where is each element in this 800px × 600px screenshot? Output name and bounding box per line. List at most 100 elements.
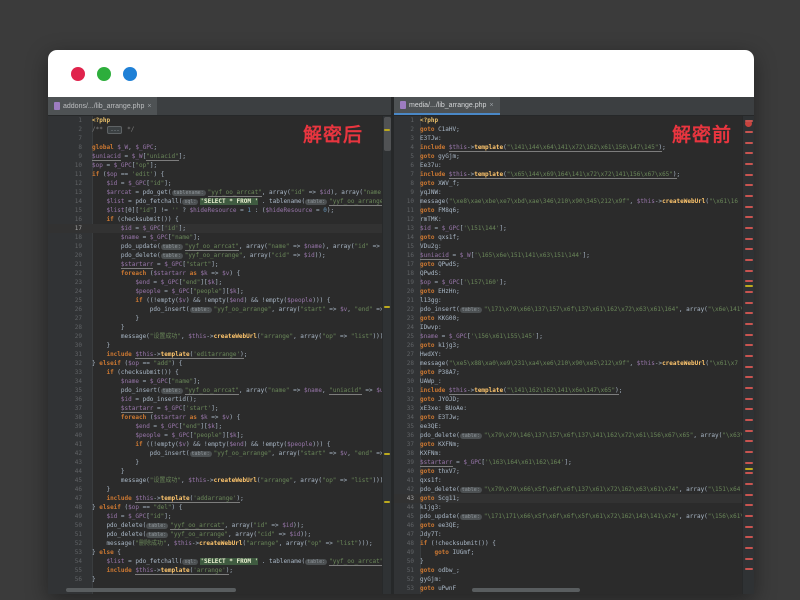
line-number[interactable]: 17 xyxy=(394,260,420,269)
code-line[interactable]: 29goto P38A7; xyxy=(394,368,754,377)
line-number[interactable]: 33 xyxy=(48,368,92,377)
code-line[interactable]: 38KXFNm: xyxy=(394,449,754,458)
line-number[interactable]: 42 xyxy=(394,485,420,494)
error-mark[interactable] xyxy=(745,334,753,336)
line-number[interactable]: 44 xyxy=(394,503,420,512)
code-line[interactable]: 28message("\xe5\x88\xa0\xe9\231\xa4\xe6\… xyxy=(394,359,754,368)
error-mark[interactable] xyxy=(745,451,753,453)
error-mark[interactable] xyxy=(745,163,753,165)
line-number[interactable]: 20 xyxy=(48,251,92,260)
code-line[interactable]: 14 $list = pdo_fetchall(sql:'SELECT * FR… xyxy=(48,197,391,206)
line-number[interactable]: 23 xyxy=(394,314,420,323)
code-line[interactable]: 33xE3xe: BUoAe: xyxy=(394,404,754,413)
code-line[interactable]: 44k1jg3: xyxy=(394,503,754,512)
code-line[interactable]: 52gyGjm: xyxy=(394,575,754,584)
code-line[interactable]: 48} elseif ($op == "del") { xyxy=(48,503,391,512)
code-line[interactable]: 50} xyxy=(394,557,754,566)
code-line[interactable]: 22pdo_insert(table:"\171\x79\x66\137\157… xyxy=(394,305,754,314)
line-number[interactable]: 45 xyxy=(394,512,420,521)
code-line[interactable]: 32goto JYOJD; xyxy=(394,395,754,404)
line-number[interactable]: 53 xyxy=(48,548,92,557)
line-number[interactable]: 31 xyxy=(48,350,92,359)
line-number[interactable]: 50 xyxy=(48,521,92,530)
error-mark[interactable] xyxy=(745,184,753,186)
code-line[interactable]: 22 foreach ($startarr as $k => $v) { xyxy=(48,269,391,278)
code-line[interactable]: 44 } xyxy=(48,467,391,476)
line-number[interactable]: 17 xyxy=(48,224,92,233)
line-number[interactable]: 41 xyxy=(394,476,420,485)
line-number[interactable]: 25 xyxy=(394,332,420,341)
line-number[interactable]: 22 xyxy=(394,305,420,314)
code-line[interactable]: 48if (!checksubmit()) { xyxy=(394,539,754,548)
code-line[interactable]: 31 include $this->template('editarrange'… xyxy=(48,350,391,359)
warning-mark[interactable] xyxy=(384,129,390,131)
code-line[interactable]: 26 pdo_insert(table:"yyf_oo_arrange", ar… xyxy=(48,305,391,314)
code-line[interactable]: 19 pdo_update(table:"yyf_oo_arrcat", arr… xyxy=(48,242,391,251)
line-number[interactable]: 11 xyxy=(394,206,420,215)
line-number[interactable]: 49 xyxy=(48,512,92,521)
line-number[interactable]: 22 xyxy=(48,269,92,278)
line-number[interactable]: 42 xyxy=(48,449,92,458)
line-number[interactable]: 30 xyxy=(48,341,92,350)
line-number[interactable]: 24 xyxy=(394,323,420,332)
line-number[interactable]: 8 xyxy=(48,143,92,152)
line-number[interactable]: 12 xyxy=(48,179,92,188)
error-mark[interactable] xyxy=(745,568,753,570)
line-number[interactable]: 37 xyxy=(48,404,92,413)
code-line[interactable]: 42 pdo_insert(table:"yyf_oo_arrange", ar… xyxy=(48,449,391,458)
line-number[interactable]: 1 xyxy=(394,116,420,125)
code-line[interactable]: 55 include $this->template('arrange'); xyxy=(48,566,391,575)
code-line[interactable]: 12rmTMK: xyxy=(394,215,754,224)
line-number[interactable]: 31 xyxy=(394,386,420,395)
code-line[interactable]: 20 pdo_delete(table:"yyf_oo_arrange", ar… xyxy=(48,251,391,260)
error-mark[interactable] xyxy=(745,248,753,250)
code-line[interactable]: 51goto odbw_; xyxy=(394,566,754,575)
line-number[interactable]: 52 xyxy=(48,539,92,548)
code-line[interactable]: 46goto ee3QE; xyxy=(394,521,754,530)
code-line[interactable]: 13 $arrcat = pdo_get(tablename:"yyf_oo_a… xyxy=(48,188,391,197)
code-line[interactable]: 35 pdo_insert(table:"yyf_oo_arrcat", arr… xyxy=(48,386,391,395)
tab-close-icon[interactable]: × xyxy=(147,103,151,110)
code-line[interactable]: 39$startarr = $_GPC['\163\164\x61\162\16… xyxy=(394,458,754,467)
line-number[interactable]: 18 xyxy=(48,233,92,242)
line-number[interactable]: 12 xyxy=(394,215,420,224)
left-error-stripe[interactable] xyxy=(382,116,391,594)
error-mark[interactable] xyxy=(745,323,753,325)
error-mark[interactable] xyxy=(745,494,753,496)
error-mark[interactable] xyxy=(745,120,753,122)
code-line[interactable]: 41qxs1f: xyxy=(394,476,754,485)
line-number[interactable]: 36 xyxy=(394,431,420,440)
error-mark[interactable] xyxy=(745,270,753,272)
right-error-stripe[interactable] xyxy=(742,116,754,594)
code-line[interactable]: 27 } xyxy=(48,314,391,323)
code-line[interactable]: 15 $list[0]["id"] != '' ? $hideResource … xyxy=(48,206,391,215)
maximize-button[interactable] xyxy=(123,67,137,81)
line-number[interactable]: 46 xyxy=(48,485,92,494)
code-line[interactable]: 17goto QPwdS; xyxy=(394,260,754,269)
line-number[interactable]: 16 xyxy=(48,215,92,224)
error-mark[interactable] xyxy=(745,440,753,442)
code-line[interactable]: 42pdo_delete(table:"\x79\x79\x66\x5f\x6f… xyxy=(394,485,754,494)
line-number[interactable]: 26 xyxy=(48,305,92,314)
code-line[interactable]: 32} elseif ($op == "add") { xyxy=(48,359,391,368)
line-number[interactable]: 26 xyxy=(394,341,420,350)
line-number[interactable]: 2 xyxy=(394,125,420,134)
code-line[interactable]: 26goto k1jg3; xyxy=(394,341,754,350)
code-line[interactable]: 34goto E3TJw; xyxy=(394,413,754,422)
line-number[interactable]: 15 xyxy=(394,242,420,251)
error-mark[interactable] xyxy=(745,376,753,378)
code-line[interactable]: 21 $startarr = $_GPC["start"]; xyxy=(48,260,391,269)
error-mark[interactable] xyxy=(745,536,753,538)
code-line[interactable]: 17 $id = $_GPC['id']; xyxy=(48,224,391,233)
code-line[interactable]: 56} xyxy=(48,575,391,584)
code-line[interactable]: 49 goto IUGmf; xyxy=(394,548,754,557)
error-mark[interactable] xyxy=(745,280,753,282)
tab-close-icon[interactable]: × xyxy=(489,102,493,109)
tab-addons-lib-arrange[interactable]: addons/.../lib_arrange.php × xyxy=(48,97,157,115)
line-number[interactable]: 5 xyxy=(394,152,420,161)
line-number[interactable]: 21 xyxy=(48,260,92,269)
line-number[interactable]: 30 xyxy=(394,377,420,386)
error-mark[interactable] xyxy=(745,547,753,549)
code-line[interactable]: 31include $this->template("\141\162\162\… xyxy=(394,386,754,395)
error-mark[interactable] xyxy=(745,174,753,176)
